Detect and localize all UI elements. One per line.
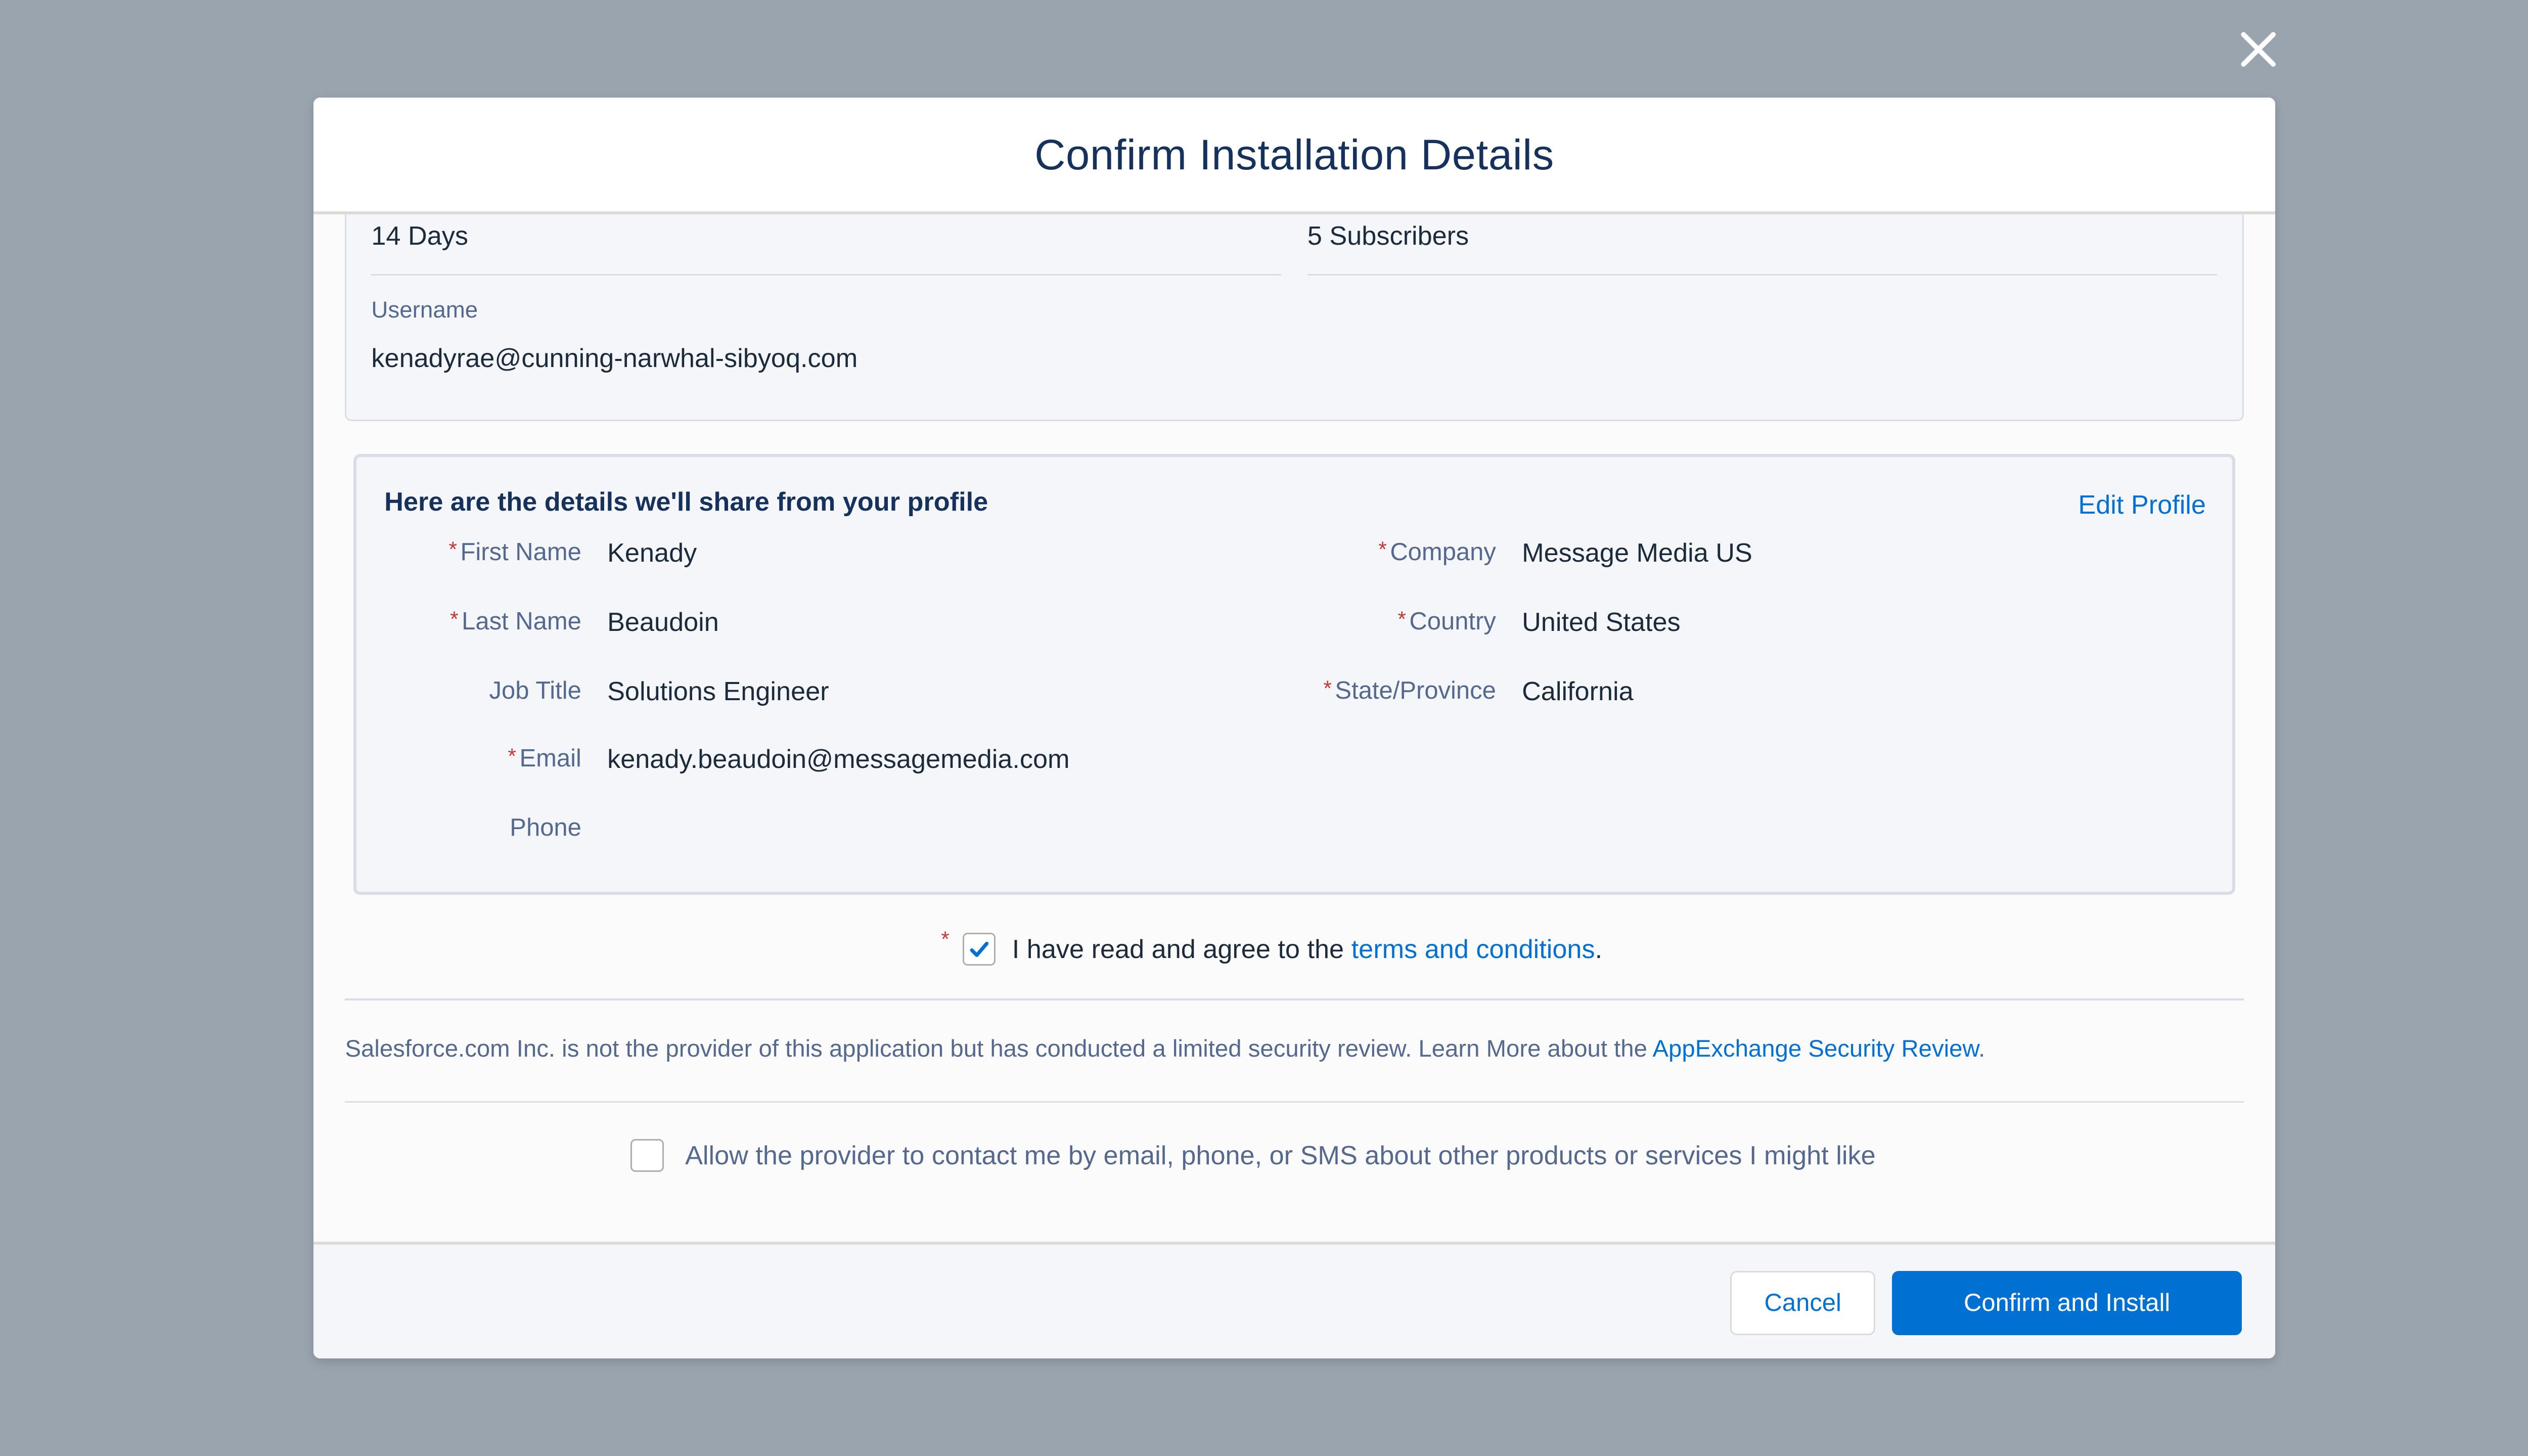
username-value: kenadyrae@cunning-narwhal-sibyoq.com <box>371 343 858 373</box>
first-name-value: Kenady <box>607 538 697 568</box>
install-modal: Confirm Installation Details 14 Days 5 S… <box>313 97 2275 1359</box>
required-marker: * <box>941 927 950 951</box>
required-marker: * <box>448 537 457 562</box>
terms-text: I have read and agree to the <box>1012 934 1351 964</box>
required-marker: * <box>508 744 516 768</box>
modal-header: Confirm Installation Details <box>313 97 2275 215</box>
required-marker: * <box>1397 607 1406 631</box>
state-label: * State/Province <box>1323 676 1496 705</box>
last-name-value: Beaudoin <box>607 608 719 638</box>
license-duration-value: 14 Days <box>371 221 469 251</box>
country-value: United States <box>1522 608 1681 638</box>
terms-period: . <box>1595 934 1603 964</box>
license-seats-value: 5 Subscribers <box>1307 221 1469 251</box>
cancel-button[interactable]: Cancel <box>1730 1270 1876 1336</box>
security-notice-text: Salesforce.com Inc. is not the provider … <box>345 1035 1653 1063</box>
divider-top <box>345 998 2244 1000</box>
seats-underline <box>1307 274 2217 276</box>
contact-optin-checkbox[interactable] <box>630 1139 664 1172</box>
state-value: California <box>1522 677 1634 707</box>
license-card: 14 Days 5 Subscribers Username kenadyrae… <box>345 214 2244 421</box>
email-label: * Email <box>508 744 581 772</box>
modal-footer: Cancel Confirm and Install <box>313 1241 2275 1359</box>
security-review-link[interactable]: AppExchange Security Review <box>1652 1035 1978 1062</box>
close-icon[interactable] <box>2235 26 2281 72</box>
modal-body[interactable]: 14 Days 5 Subscribers Username kenadyrae… <box>313 214 2275 1242</box>
required-marker: * <box>1323 676 1332 700</box>
country-label: * Country <box>1397 607 1496 635</box>
duration-underline <box>371 274 1281 276</box>
confirm-install-button[interactable]: Confirm and Install <box>1892 1270 2242 1336</box>
security-notice: Salesforce.com Inc. is not the provider … <box>345 1035 1985 1063</box>
profile-heading: Here are the details we'll share from yo… <box>384 487 988 517</box>
company-value: Message Media US <box>1522 538 1752 568</box>
terms-checkbox[interactable] <box>962 932 996 966</box>
job-title-value: Solutions Engineer <box>607 677 829 707</box>
company-label: * Company <box>1378 537 1496 566</box>
terms-link[interactable]: terms and conditions <box>1351 934 1595 965</box>
email-value: kenady.beaudoin@messagemedia.com <box>607 745 1070 775</box>
contact-optin-label: Allow the provider to contact me by emai… <box>685 1141 1876 1170</box>
terms-row: * I have read and agree to the terms and… <box>941 927 1603 969</box>
modal-title: Confirm Installation Details <box>1034 130 1554 178</box>
security-notice-period: . <box>1978 1035 1985 1063</box>
last-name-label: * Last Name <box>450 607 581 635</box>
first-name-label: * First Name <box>448 537 581 566</box>
job-title-label: Job Title <box>489 677 581 705</box>
username-label: Username <box>371 297 478 323</box>
profile-card: Here are the details we'll share from yo… <box>353 453 2236 895</box>
edit-profile-link[interactable]: Edit Profile <box>2078 490 2206 520</box>
required-marker: * <box>450 607 459 631</box>
required-marker: * <box>1378 537 1387 562</box>
phone-label: Phone <box>510 814 581 842</box>
checkmark-icon <box>970 941 988 957</box>
contact-optin-row: Allow the provider to contact me by emai… <box>630 1138 1876 1174</box>
divider-bottom <box>345 1101 2244 1103</box>
